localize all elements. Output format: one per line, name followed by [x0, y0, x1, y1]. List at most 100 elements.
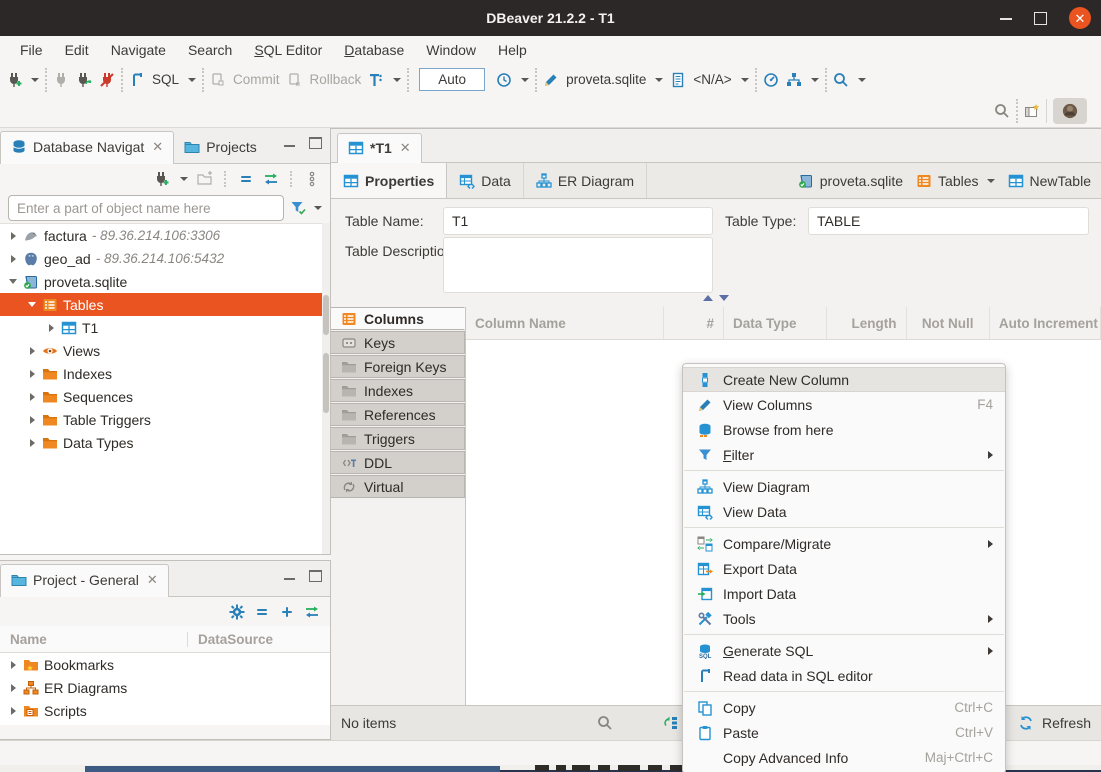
- sql-editor-icon[interactable]: [129, 72, 145, 88]
- menu-item-browse-from-here[interactable]: Browse from here: [683, 417, 1005, 442]
- menu-edit[interactable]: Edit: [55, 39, 99, 61]
- tree-item-tables[interactable]: Tables: [0, 293, 330, 316]
- schema-dropdown-icon[interactable]: [741, 78, 749, 82]
- table-name-input[interactable]: [443, 207, 713, 235]
- menu-item-filter[interactable]: Filter: [683, 442, 1005, 467]
- side-tab-ddl[interactable]: DDL: [331, 451, 465, 474]
- sql-editor-dropdown-icon[interactable]: [188, 78, 196, 82]
- project-item-er-diagrams[interactable]: ER Diagrams: [0, 676, 330, 699]
- breadcrumb-newtable[interactable]: NewTable: [1008, 173, 1091, 189]
- grid-column-not-null[interactable]: Not Null: [907, 307, 990, 339]
- close-tab-icon[interactable]: ✕: [152, 139, 163, 155]
- tree-item-table-triggers[interactable]: Table Triggers: [0, 408, 330, 431]
- minimize-panel-icon[interactable]: [284, 145, 295, 147]
- tab-properties[interactable]: Properties: [331, 163, 447, 198]
- menu-item-tools[interactable]: Tools: [683, 606, 1005, 631]
- menu-item-export-data[interactable]: Export Data: [683, 556, 1005, 581]
- user-profile-button[interactable]: [1053, 98, 1087, 124]
- chevron-right-icon[interactable]: [27, 370, 37, 378]
- tree-item-t1[interactable]: T1: [0, 316, 330, 339]
- transaction-log-icon[interactable]: [496, 72, 512, 88]
- grid-column-auto-increment[interactable]: Auto Increment: [990, 307, 1101, 339]
- chevron-down-icon[interactable]: [27, 302, 37, 307]
- close-tab-icon[interactable]: ✕: [147, 572, 158, 588]
- menu-database[interactable]: Database: [334, 39, 414, 61]
- column-header-datasource[interactable]: DataSource: [188, 632, 273, 647]
- minimize-window-icon[interactable]: [1000, 17, 1012, 20]
- refresh-icon[interactable]: [1018, 715, 1034, 731]
- open-perspective-icon[interactable]: [1024, 103, 1040, 119]
- breadcrumb-tables[interactable]: Tables: [916, 173, 994, 189]
- navigator-scrollbar[interactable]: [322, 223, 330, 554]
- driver-manager-icon[interactable]: [786, 72, 802, 88]
- filter-settings-icon[interactable]: [290, 200, 306, 216]
- menu-item-paste[interactable]: PasteCtrl+V: [683, 720, 1005, 745]
- tree-item-sequences[interactable]: Sequences: [0, 385, 330, 408]
- new-connection-icon[interactable]: [6, 72, 22, 88]
- view-menu-icon[interactable]: [304, 171, 320, 187]
- active-catalog-icon[interactable]: [670, 72, 686, 88]
- new-connection-dropdown-icon[interactable]: [31, 78, 39, 82]
- menu-file[interactable]: File: [10, 39, 53, 61]
- expand-all-icon[interactable]: [279, 604, 295, 620]
- collapse-all-icon[interactable]: [238, 171, 254, 187]
- new-connection-icon[interactable]: [153, 171, 169, 187]
- side-tab-foreign-keys[interactable]: Foreign Keys: [331, 355, 465, 378]
- table-description-input[interactable]: [443, 237, 713, 293]
- menu-item-compare-migrate[interactable]: Compare/Migrate: [683, 531, 1005, 556]
- tab-projects[interactable]: Projects: [174, 132, 267, 163]
- reconnect-icon[interactable]: [76, 72, 92, 88]
- project-item-scripts[interactable]: Scripts: [0, 699, 330, 722]
- menu-item-view-diagram[interactable]: View Diagram: [683, 474, 1005, 499]
- side-tab-triggers[interactable]: Triggers: [331, 427, 465, 450]
- chevron-right-icon[interactable]: [27, 347, 37, 355]
- menu-window[interactable]: Window: [416, 39, 486, 61]
- chevron-down-icon[interactable]: [987, 179, 995, 183]
- search-dropdown-icon[interactable]: [858, 78, 866, 82]
- menu-item-read-data-in-sql-editor[interactable]: Read data in SQL editor: [683, 663, 1005, 688]
- maximize-window-icon[interactable]: [1034, 12, 1047, 25]
- menu-help[interactable]: Help: [488, 39, 537, 61]
- tree-item-geo-ad[interactable]: geo_ad - 89.36.214.106:5432: [0, 247, 330, 270]
- disconnect-icon[interactable]: [99, 72, 115, 88]
- auto-commit-button[interactable]: Auto: [419, 68, 485, 91]
- collapse-all-icon[interactable]: [254, 604, 270, 620]
- grid-column-column-name[interactable]: Column Name: [466, 307, 664, 339]
- chevron-right-icon[interactable]: [8, 255, 18, 263]
- search-icon[interactable]: [833, 72, 849, 88]
- side-tab-keys[interactable]: Keys: [331, 331, 465, 354]
- grid-column-length[interactable]: Length: [827, 307, 906, 339]
- editor-tab-t1[interactable]: *T1 ✕: [337, 133, 422, 163]
- sql-editor-label[interactable]: SQL: [152, 72, 179, 87]
- chevron-right-icon[interactable]: [27, 439, 37, 447]
- quick-access-search-icon[interactable]: [994, 103, 1010, 119]
- minimize-panel-icon[interactable]: [284, 578, 295, 580]
- chevron-right-icon[interactable]: [8, 707, 18, 715]
- transaction-dropdown-icon[interactable]: [393, 78, 401, 82]
- side-tab-references[interactable]: References: [331, 403, 465, 426]
- chevron-right-icon[interactable]: [8, 661, 18, 669]
- new-connection-dropdown-icon[interactable]: [180, 177, 188, 181]
- table-type-input[interactable]: [808, 207, 1089, 235]
- grid-column-data-type[interactable]: Data Type: [724, 307, 827, 339]
- menu-item-view-columns[interactable]: View ColumnsF4: [683, 392, 1005, 417]
- menu-sql-editor[interactable]: SQL Editor: [244, 39, 332, 61]
- refresh-button[interactable]: Refresh: [1042, 715, 1091, 731]
- column-header-name[interactable]: Name: [0, 632, 188, 647]
- side-tab-virtual[interactable]: Virtual: [331, 475, 465, 498]
- tree-item-factura[interactable]: factura - 89.36.214.106:3306: [0, 224, 330, 247]
- chevron-right-icon[interactable]: [27, 416, 37, 424]
- menu-search[interactable]: Search: [178, 39, 242, 61]
- tree-item-indexes[interactable]: Indexes: [0, 362, 330, 385]
- tree-item-proveta-sqlite[interactable]: proveta.sqlite: [0, 270, 330, 293]
- active-connection-label[interactable]: proveta.sqlite: [566, 72, 646, 87]
- active-schema-label[interactable]: <N/A>: [693, 72, 731, 87]
- edit-connection-icon[interactable]: [543, 72, 559, 88]
- menu-item-copy[interactable]: CopyCtrl+C: [683, 695, 1005, 720]
- grid-column-[interactable]: #: [664, 307, 724, 339]
- chevron-down-icon[interactable]: [8, 279, 18, 284]
- project-item-bookmarks[interactable]: Bookmarks: [0, 653, 330, 676]
- tab-data[interactable]: Data: [447, 163, 524, 198]
- transaction-log-dropdown-icon[interactable]: [521, 78, 529, 82]
- menu-item-generate-sql[interactable]: SQLGenerate SQL: [683, 638, 1005, 663]
